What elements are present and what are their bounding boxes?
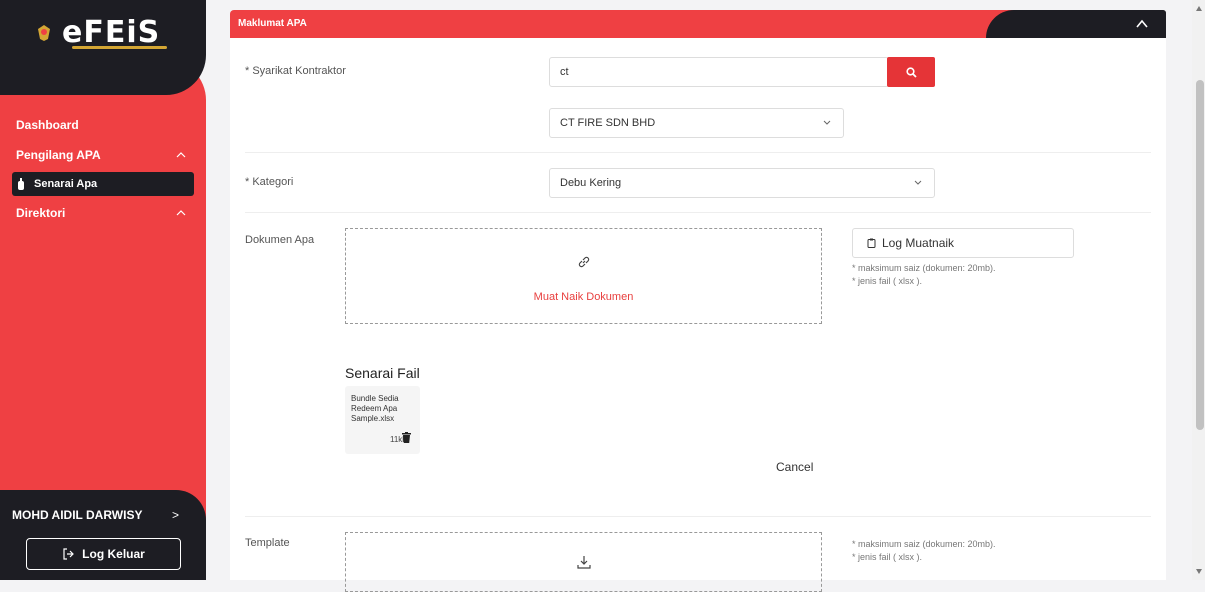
logout-icon	[63, 548, 75, 560]
scrollbar-thumb[interactable]	[1196, 80, 1204, 430]
contractor-search-input[interactable]: ct	[549, 57, 889, 87]
clipboard-icon	[867, 238, 876, 248]
document-dropzone[interactable]: Muat Naik Dokumen	[345, 228, 822, 324]
category-selected-value: Debu Kering	[560, 177, 622, 189]
sidebar-item-label: Dashboard	[16, 118, 79, 132]
document-label: Dokumen Apa	[245, 234, 315, 246]
sidebar-item-senarai-apa[interactable]: Senarai Apa	[12, 172, 194, 196]
search-button[interactable]	[887, 57, 935, 87]
upload-document-link[interactable]: Muat Naik Dokumen	[346, 291, 821, 303]
divider	[245, 212, 1151, 213]
category-select[interactable]: Debu Kering	[549, 168, 935, 198]
template-label: Template	[245, 537, 290, 549]
logout-label: Log Keluar	[82, 547, 145, 561]
hint-size: * maksimum saiz (dokumen: 20mb).	[852, 263, 996, 273]
sidebar: eFEiS Dashboard Pengilang APA Senarai Ap…	[0, 0, 206, 580]
app-logo[interactable]: eFEiS	[36, 15, 161, 50]
logo-underline	[72, 46, 167, 49]
sidebar-item-label: Senarai Apa	[34, 178, 98, 190]
divider	[245, 516, 1151, 517]
file-list-title: Senarai Fail	[345, 365, 420, 381]
chevron-up-icon	[176, 152, 186, 158]
scroll-down-icon[interactable]	[1196, 569, 1202, 574]
template-hint-type: * jenis fail ( xlsx ).	[852, 552, 923, 562]
link-icon	[578, 256, 590, 268]
file-card[interactable]: Bundle Sedia Redeem Apa Sample.xlsx 11kb	[345, 386, 420, 454]
sidebar-item-pengilang-apa[interactable]: Pengilang APA	[0, 140, 206, 170]
contractor-select[interactable]: CT FIRE SDN BHD	[549, 108, 844, 138]
app-logo-text: eFEiS	[62, 15, 161, 50]
crest-icon	[38, 25, 50, 41]
scroll-up-icon[interactable]	[1196, 6, 1202, 11]
log-upload-button[interactable]: Log Muatnaik	[852, 228, 1074, 258]
download-icon[interactable]	[577, 555, 591, 569]
sidebar-submenu: Senarai Apa	[0, 170, 206, 198]
chevron-right-icon[interactable]: >	[172, 508, 179, 522]
logout-button[interactable]: Log Keluar	[26, 538, 181, 570]
extinguisher-icon	[18, 178, 24, 190]
trash-icon[interactable]	[402, 432, 411, 443]
sidebar-item-dashboard[interactable]: Dashboard	[0, 110, 206, 140]
category-label: * Kategori	[245, 176, 294, 188]
template-dropzone[interactable]	[345, 532, 822, 592]
section-header: Maklumat APA	[230, 10, 1166, 38]
contractor-label: * Syarikat Kontraktor	[245, 65, 346, 77]
template-hint-size: * maksimum saiz (dokumen: 20mb).	[852, 539, 996, 549]
section-title: Maklumat APA	[238, 18, 307, 29]
chevron-up-icon	[176, 210, 186, 216]
sidebar-item-direktori[interactable]: Direktori	[0, 198, 206, 228]
collapse-chevron-up-icon[interactable]	[1136, 19, 1148, 29]
user-name[interactable]: MOHD AIDIL DARWISY	[12, 508, 142, 522]
cancel-button[interactable]: Cancel	[776, 460, 813, 474]
chevron-down-icon	[914, 180, 922, 185]
contractor-selected-value: CT FIRE SDN BHD	[560, 117, 656, 129]
sidebar-header: eFEiS	[0, 0, 206, 95]
file-name: Bundle Sedia Redeem Apa Sample.xlsx	[351, 394, 399, 423]
divider	[245, 152, 1151, 153]
user-panel: MOHD AIDIL DARWISY > Log Keluar	[0, 490, 206, 580]
log-upload-label: Log Muatnaik	[882, 236, 955, 250]
section-header-accent	[986, 10, 1166, 38]
sidebar-item-label: Pengilang APA	[16, 148, 101, 162]
chevron-down-icon	[823, 120, 831, 125]
sidebar-nav: Dashboard Pengilang APA Senarai Apa Dire…	[0, 110, 206, 228]
hint-type: * jenis fail ( xlsx ).	[852, 276, 923, 286]
search-icon	[905, 66, 917, 78]
sidebar-item-label: Direktori	[16, 206, 66, 220]
contractor-search-value: ct	[560, 66, 569, 78]
